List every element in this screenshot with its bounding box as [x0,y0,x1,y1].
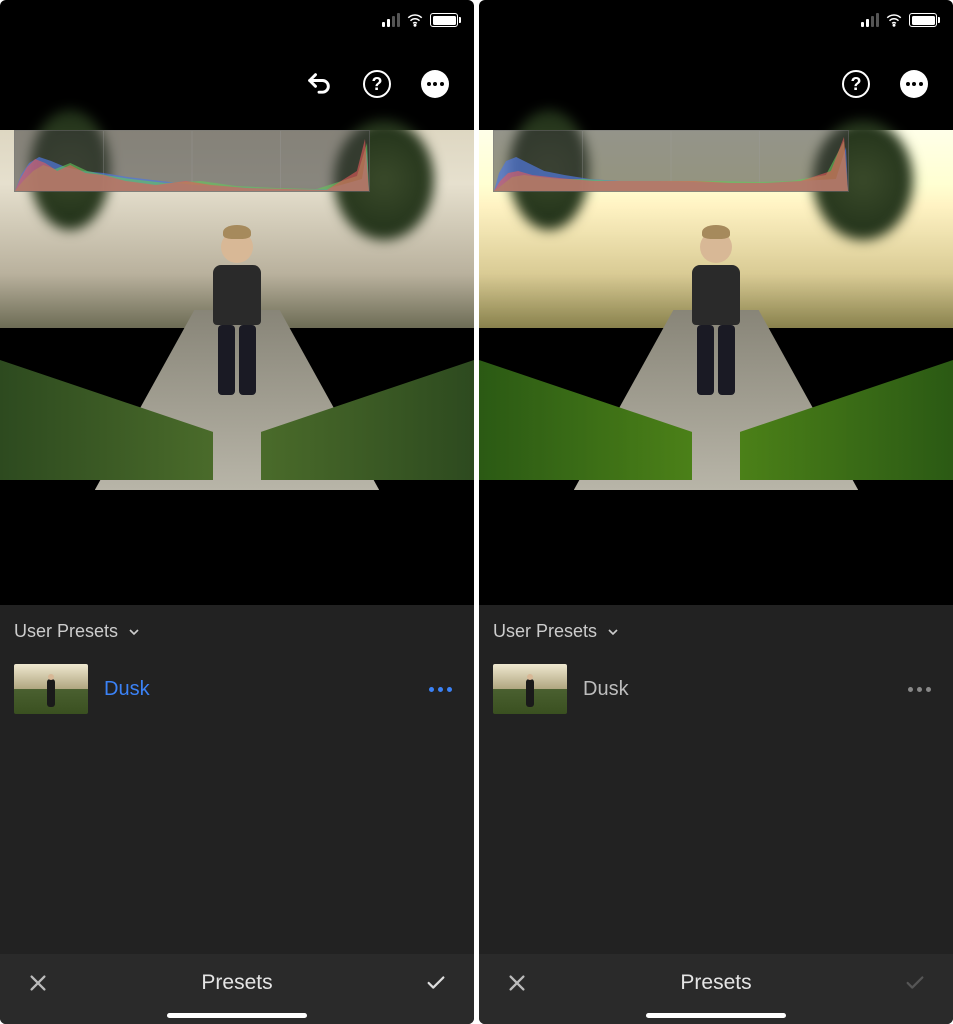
check-icon [904,972,926,994]
phone-screen-right: ? User Presets [479,0,953,1024]
status-bar [479,0,953,40]
phone-screen-left: ? User Presets [0,0,474,1024]
home-indicator[interactable] [167,1013,307,1018]
help-button[interactable]: ? [839,67,873,101]
preset-category-dropdown[interactable]: User Presets [0,605,474,658]
wifi-icon [885,11,903,29]
more-options-button[interactable] [418,67,452,101]
bottom-bar-title: Presets [201,971,272,995]
cancel-button[interactable] [24,969,52,997]
cellular-signal-icon [861,13,879,27]
top-toolbar: ? [479,60,953,108]
more-options-button[interactable] [897,67,931,101]
confirm-button[interactable] [901,969,929,997]
more-icon [900,70,928,98]
battery-icon [430,13,458,27]
battery-icon [909,13,937,27]
histogram[interactable] [493,130,849,192]
undo-button[interactable] [302,67,336,101]
preset-more-button[interactable] [908,687,931,692]
preset-thumbnail [493,664,567,714]
preset-item[interactable]: Dusk [479,658,953,720]
preset-name-label: Dusk [104,678,150,701]
presets-panel: User Presets Dusk [479,605,953,964]
preset-category-label: User Presets [14,621,118,642]
top-toolbar: ? [0,60,474,108]
home-indicator[interactable] [646,1013,786,1018]
help-button[interactable]: ? [360,67,394,101]
preset-more-button[interactable] [429,687,452,692]
help-icon: ? [363,70,391,98]
presets-panel: User Presets Dusk [0,605,474,964]
preset-thumbnail [14,664,88,714]
close-icon [27,972,49,994]
wifi-icon [406,11,424,29]
confirm-button[interactable] [422,969,450,997]
bottom-bar-title: Presets [680,971,751,995]
chevron-down-icon [605,624,621,640]
more-icon [421,70,449,98]
preset-category-label: User Presets [493,621,597,642]
chevron-down-icon [126,624,142,640]
preset-name-label: Dusk [583,678,629,701]
status-bar [0,0,474,40]
cellular-signal-icon [382,13,400,27]
check-icon [425,972,447,994]
side-by-side-container: ? User Presets [0,0,953,1024]
preset-item[interactable]: Dusk [0,658,474,720]
histogram[interactable] [14,130,370,192]
help-icon: ? [842,70,870,98]
preset-category-dropdown[interactable]: User Presets [479,605,953,658]
cancel-button[interactable] [503,969,531,997]
close-icon [506,972,528,994]
